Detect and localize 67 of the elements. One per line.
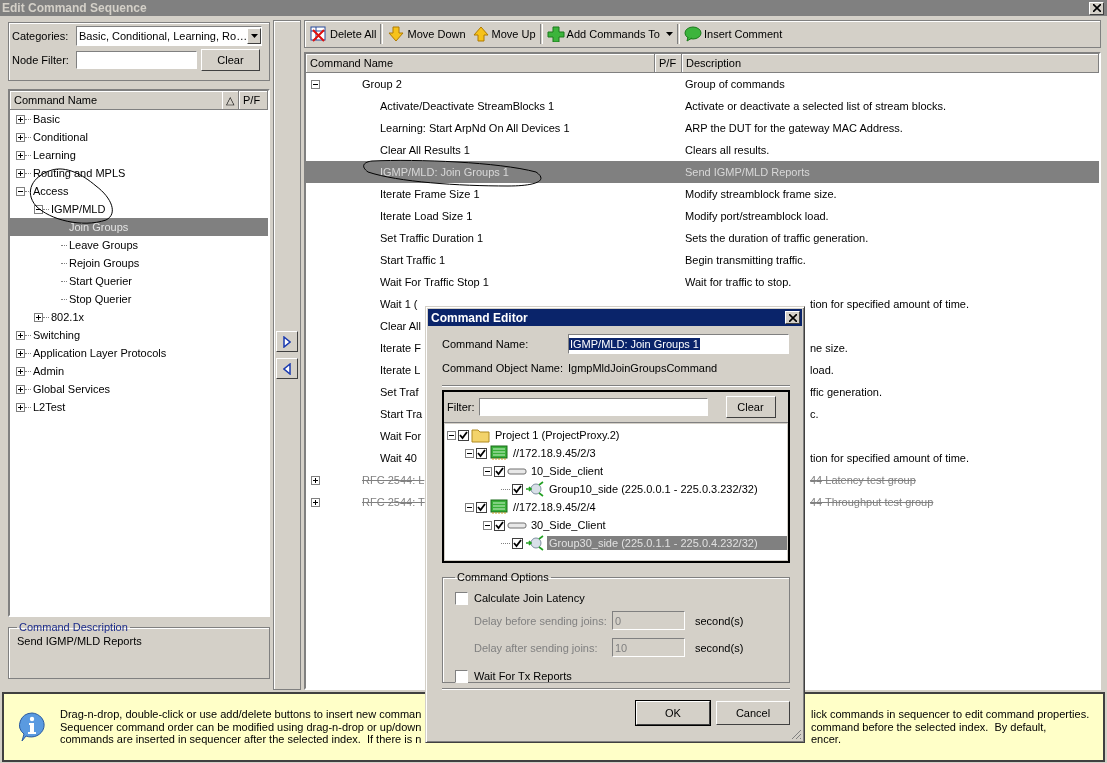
- tree-label: Conditional: [33, 131, 89, 143]
- tree-label: Stop Querier: [69, 293, 132, 305]
- info-text: Drag-n-drop, double-click or use add/delete buttons to insert new comman: [60, 708, 423, 721]
- command-name-cell: Clear All Results 1: [380, 144, 470, 156]
- tree-label: Access: [33, 185, 69, 197]
- field-label: Command Object Name:: [442, 362, 565, 374]
- command-name-cell: IGMP/MLD: Join Groups 1: [380, 166, 509, 178]
- description-cell: 44 Latency test group: [810, 474, 916, 486]
- command-name-cell: Set Traf: [380, 386, 419, 398]
- command-name-cell: Learning: Start ArpNd On All Devices 1: [380, 122, 570, 134]
- info-text: commands are inserted in sequencer after the selected index. If there is n: [60, 733, 423, 746]
- field-label: Delay after sending joins:: [474, 641, 599, 654]
- field-label: Delay before sending joins:: [474, 614, 608, 627]
- group-title: Command Description: [18, 621, 129, 633]
- info-text: lick commands in sequencer to edit command properties.: [811, 708, 1090, 721]
- group-title: Command Options: [456, 571, 550, 583]
- field-label: Node Filter:: [12, 54, 70, 66]
- command-name-cell: Iterate Load Size 1: [380, 210, 473, 222]
- dialog-title: Command Editor: [431, 310, 528, 325]
- tree-label: Application Layer Protocols: [33, 347, 167, 359]
- command-name-cell: RFC 2544: L: [362, 474, 425, 486]
- tree-label: Admin: [33, 365, 65, 377]
- tree-label: Learning: [33, 149, 76, 161]
- tree-label: Basic: [33, 113, 60, 125]
- description-cell: 44 Throughput test group: [810, 496, 934, 508]
- field-label: Categories:: [12, 30, 70, 42]
- tree-label: Global Services: [33, 383, 111, 395]
- description-cell: Begin transmitting traffic.: [685, 254, 806, 266]
- tree-label: L2Test: [33, 401, 66, 413]
- command-name-cell: Group 2: [362, 78, 402, 90]
- window-title: Edit Command Sequence: [2, 1, 147, 15]
- tree-label: Rejoin Groups: [69, 257, 140, 269]
- tree-label: Join Groups: [69, 221, 129, 233]
- tree-label: 802.1x: [51, 311, 85, 323]
- description-cell: Sets the duration of traffic generation.: [685, 232, 869, 244]
- description-cell: Send IGMP/MLD Reports: [685, 166, 810, 178]
- description-cell: ARP the DUT for the gateway MAC Address.: [685, 122, 903, 134]
- command-name-cell: Wait 1 (: [380, 298, 418, 310]
- description-cell: c.: [810, 408, 819, 420]
- tree-label: Leave Groups: [69, 239, 139, 251]
- description-cell: Wait for traffic to stop.: [685, 276, 792, 288]
- tree-label: IGMP/MLD: [51, 203, 106, 215]
- field-label: Filter:: [447, 401, 475, 413]
- command-name-cell: Wait For Traffic Stop 1: [380, 276, 489, 288]
- description-cell: Modify port/streamblock load.: [685, 210, 829, 222]
- unit-label: second(s): [695, 641, 744, 654]
- description-text: Send IGMP/MLD Reports: [17, 635, 142, 647]
- object-name-value: IgmpMldJoinGroupsCommand: [568, 362, 718, 374]
- unit-label: second(s): [695, 614, 744, 627]
- description-cell: Group of commands: [685, 78, 785, 90]
- command-name-cell: Set Traffic Duration 1: [380, 232, 484, 244]
- description-cell: ffic generation.: [810, 386, 882, 398]
- command-name-cell: Start Traffic 1: [380, 254, 446, 266]
- description-cell: tion for specified amount of time.: [810, 298, 969, 310]
- tree-label: Switching: [33, 329, 81, 341]
- description-cell: Modify streamblock frame size.: [685, 188, 837, 200]
- info-text: command before the selected index. By default,: [811, 720, 1048, 734]
- command-name-cell: RFC 2544: T: [362, 496, 425, 508]
- info-text: Sequencer command order can be modified using drag-n-drop or up/down: [60, 720, 423, 734]
- description-cell: Activate or deactivate a selected list of stream blocks.: [685, 100, 947, 112]
- info-text: encer.: [811, 733, 842, 746]
- command-name-cell: Start Tra: [380, 408, 423, 420]
- field-label: Command Name:: [442, 338, 530, 350]
- description-cell: Clears all results.: [685, 144, 770, 156]
- command-name-cell: Iterate Frame Size 1: [380, 188, 480, 200]
- command-name-cell: Activate/Deactivate StreamBlocks 1: [380, 100, 555, 112]
- tree-label: Start Querier: [69, 275, 132, 287]
